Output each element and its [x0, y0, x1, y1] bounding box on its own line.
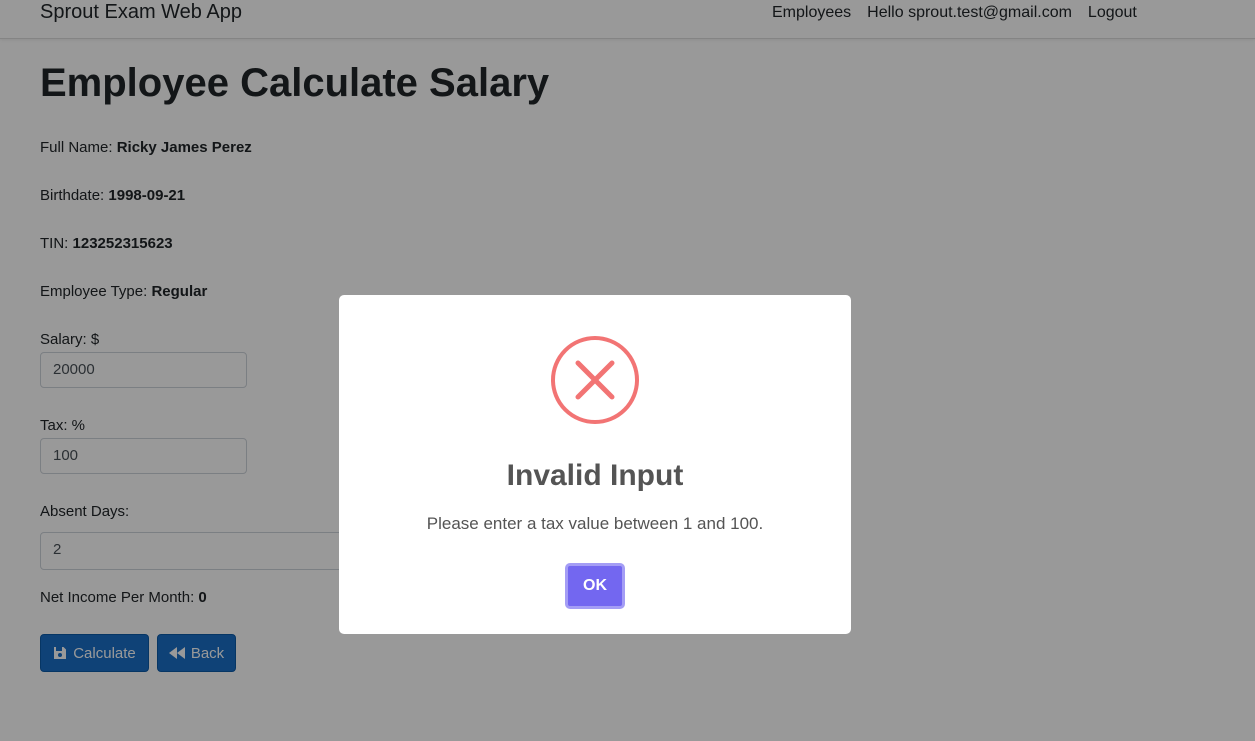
page: Sprout Exam Web App Employees Hello spro… — [0, 0, 1255, 741]
dialog-message: Please enter a tax value between 1 and 1… — [426, 514, 764, 533]
error-dialog: Invalid Input Please enter a tax value b… — [339, 295, 851, 634]
ok-button[interactable]: OK — [565, 563, 625, 609]
dialog-title: Invalid Input — [506, 459, 684, 492]
error-x-icon — [550, 335, 640, 425]
